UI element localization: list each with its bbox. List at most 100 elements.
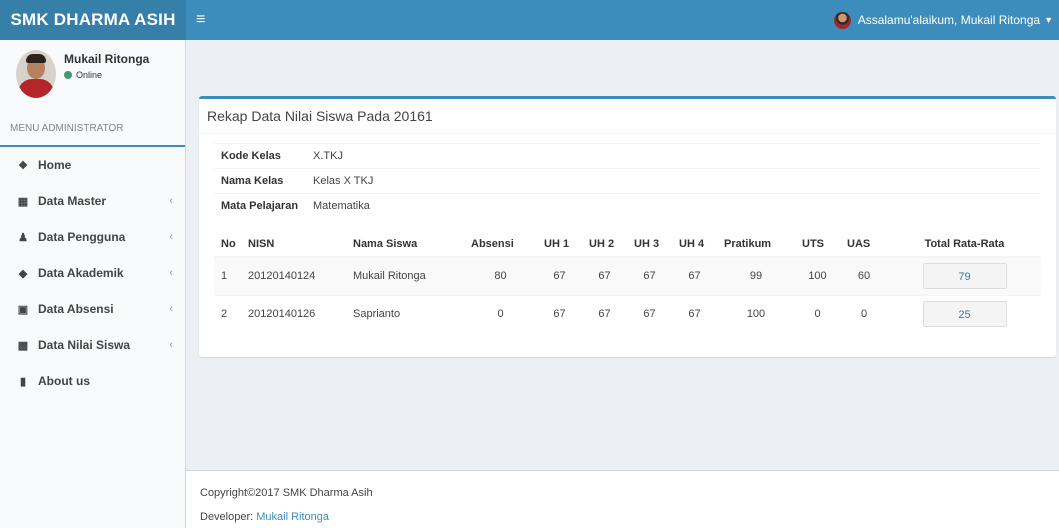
cell-absensi: 0: [464, 294, 537, 333]
main-footer: Copyright©2017 SMK Dharma Asih Developer…: [186, 470, 1059, 528]
info-value: X.TKJ: [306, 143, 1041, 169]
chevron-left-icon: ‹: [169, 267, 173, 279]
sidebar-item-label: Data Nilai Siswa: [38, 338, 131, 352]
status-label: Online: [76, 70, 103, 80]
avatar: [16, 50, 56, 98]
rekap-box: Rekap Data Nilai Siswa Pada 20161 Kode K…: [199, 96, 1056, 357]
column-header: UTS: [795, 232, 840, 258]
cell-total: 25: [888, 294, 1041, 333]
cell-nama: Saprianto: [346, 294, 464, 333]
brand-logo[interactable]: SMK DHARMA ASIH: [0, 0, 186, 40]
sidebar-user-name: Mukail Ritonga: [64, 52, 150, 66]
sidebar-item-data-nilai-siswa[interactable]: ▩ Data Nilai Siswa ‹: [0, 327, 185, 363]
content-wrapper: Rekap Data Nilai Siswa Pada 20161 Kode K…: [186, 40, 1059, 470]
chevron-left-icon: ‹: [169, 231, 173, 243]
column-header: NISN: [241, 232, 346, 258]
column-header: UAS: [840, 232, 888, 258]
chevron-left-icon: ‹: [169, 195, 173, 207]
sidebar-item-label: Home: [38, 158, 72, 172]
info-row: Kode Kelas X.TKJ: [214, 143, 1041, 169]
cell-uh4: 67: [672, 256, 717, 295]
sidebar-item-data-master[interactable]: ▦ Data Master ‹: [0, 183, 185, 219]
table-row: 2 20120140126 Saprianto 0 67 67 67 67 10…: [214, 294, 1041, 333]
info-row: Mata Pelajaran Matematika: [214, 193, 1041, 219]
developer-line: Developer: Mukail Ritonga: [200, 511, 1059, 523]
table-header-row: No NISN Nama Siswa Absensi UH 1 UH 2 UH …: [214, 232, 1041, 258]
th-large-icon: ▩: [17, 339, 29, 352]
info-key: Mata Pelajaran: [214, 193, 306, 219]
chevron-left-icon: ‹: [169, 303, 173, 315]
sidebar-item-label: Data Absensi: [38, 302, 114, 316]
cell-uas: 0: [840, 294, 888, 333]
info-value: Kelas X TKJ: [306, 168, 1041, 194]
column-header: No: [214, 232, 241, 258]
cell-uh2: 67: [582, 256, 627, 295]
total-average-button[interactable]: 25: [922, 301, 1007, 328]
sidebar: Mukail Ritonga Online MENU ADMINISTRATOR…: [0, 40, 186, 528]
sidebar-item-about-us[interactable]: ▮ About us: [0, 363, 185, 399]
column-header: UH 1: [537, 232, 582, 258]
cell-nama: Mukail Ritonga: [346, 256, 464, 295]
cell-uh3: 67: [627, 256, 672, 295]
column-header: UH 3: [627, 232, 672, 258]
online-status: Online: [64, 70, 149, 80]
cell-total: 79: [888, 256, 1041, 295]
column-header: UH 2: [582, 232, 627, 258]
top-navbar: ≡ Assalamu'alaikum, Mukail Ritonga ▼: [186, 0, 1059, 40]
sidebar-item-label: Data Master: [38, 194, 107, 208]
sidebar-item-label: About us: [38, 374, 90, 388]
info-row: Nama Kelas Kelas X TKJ: [214, 168, 1041, 194]
box-title: Rekap Data Nilai Siswa Pada 20161: [199, 99, 1056, 134]
caret-down-icon: ▼: [1044, 15, 1053, 25]
cell-uts: 0: [795, 294, 840, 333]
cell-uas: 60: [840, 256, 888, 295]
info-value: Matematika: [306, 193, 1041, 219]
sidebar-item-data-pengguna[interactable]: ♟ Data Pengguna ‹: [0, 219, 185, 255]
sidebar-item-data-akademik[interactable]: ◆ Data Akademik ‹: [0, 255, 185, 291]
cell-no: 2: [214, 294, 241, 333]
info-key: Nama Kelas: [214, 168, 306, 194]
user-panel: Mukail Ritonga Online: [0, 40, 185, 112]
grid-icon: ▦: [17, 195, 29, 208]
sidebar-item-home[interactable]: ❖ Home: [0, 147, 185, 183]
cell-pratikum: 99: [717, 256, 795, 295]
cell-nisn: 20120140126: [241, 294, 346, 333]
sidebar-item-label: Data Pengguna: [38, 230, 126, 244]
info-key: Kode Kelas: [214, 143, 306, 169]
cell-uh4: 67: [672, 294, 717, 333]
column-header: Total Rata-Rata: [888, 232, 1041, 258]
user-avatar-small: [833, 11, 851, 29]
cell-uh3: 67: [627, 294, 672, 333]
user-icon: ♟: [18, 231, 28, 244]
main-header: SMK DHARMA ASIH ≡ Assalamu'alaikum, Muka…: [0, 0, 1059, 40]
copyright-text: Copyright©2017 SMK Dharma Asih: [200, 487, 373, 499]
sidebar-toggle-icon[interactable]: ≡: [196, 11, 212, 29]
tag-icon: ◆: [18, 267, 28, 280]
developer-label: Developer:: [200, 511, 257, 523]
column-header: UH 4: [672, 232, 717, 258]
table-row: 1 20120140124 Mukail Ritonga 80 67 67 67…: [214, 256, 1041, 295]
chevron-left-icon: ‹: [169, 339, 173, 351]
book-icon: ▮: [19, 375, 27, 388]
cell-uh2: 67: [582, 294, 627, 333]
home-icon: ❖: [18, 159, 28, 172]
online-dot-icon: [64, 71, 72, 79]
user-menu[interactable]: Assalamu'alaikum, Mukail Ritonga ▼: [833, 11, 1053, 29]
cell-absensi: 80: [464, 256, 537, 295]
developer-link[interactable]: Mukail Ritonga: [256, 511, 329, 523]
column-header: Pratikum: [717, 232, 795, 258]
sidebar-item-data-absensi[interactable]: ▣ Data Absensi ‹: [0, 291, 185, 327]
class-info-table: Kode Kelas X.TKJ Nama Kelas Kelas X TKJ …: [214, 143, 1041, 219]
sidebar-item-label: Data Akademik: [38, 266, 124, 280]
nilai-table: No NISN Nama Siswa Absensi UH 1 UH 2 UH …: [214, 232, 1041, 333]
menu-header: MENU ADMINISTRATOR: [0, 112, 185, 147]
cell-uts: 100: [795, 256, 840, 295]
cell-nisn: 20120140124: [241, 256, 346, 295]
calendar-icon: ▣: [17, 303, 29, 316]
total-average-button[interactable]: 79: [922, 263, 1007, 290]
cell-no: 1: [214, 256, 241, 295]
cell-uh1: 67: [537, 294, 582, 333]
column-header: Nama Siswa: [346, 232, 464, 258]
cell-uh1: 67: [537, 256, 582, 295]
greeting-text: Assalamu'alaikum, Mukail Ritonga: [857, 13, 1041, 27]
